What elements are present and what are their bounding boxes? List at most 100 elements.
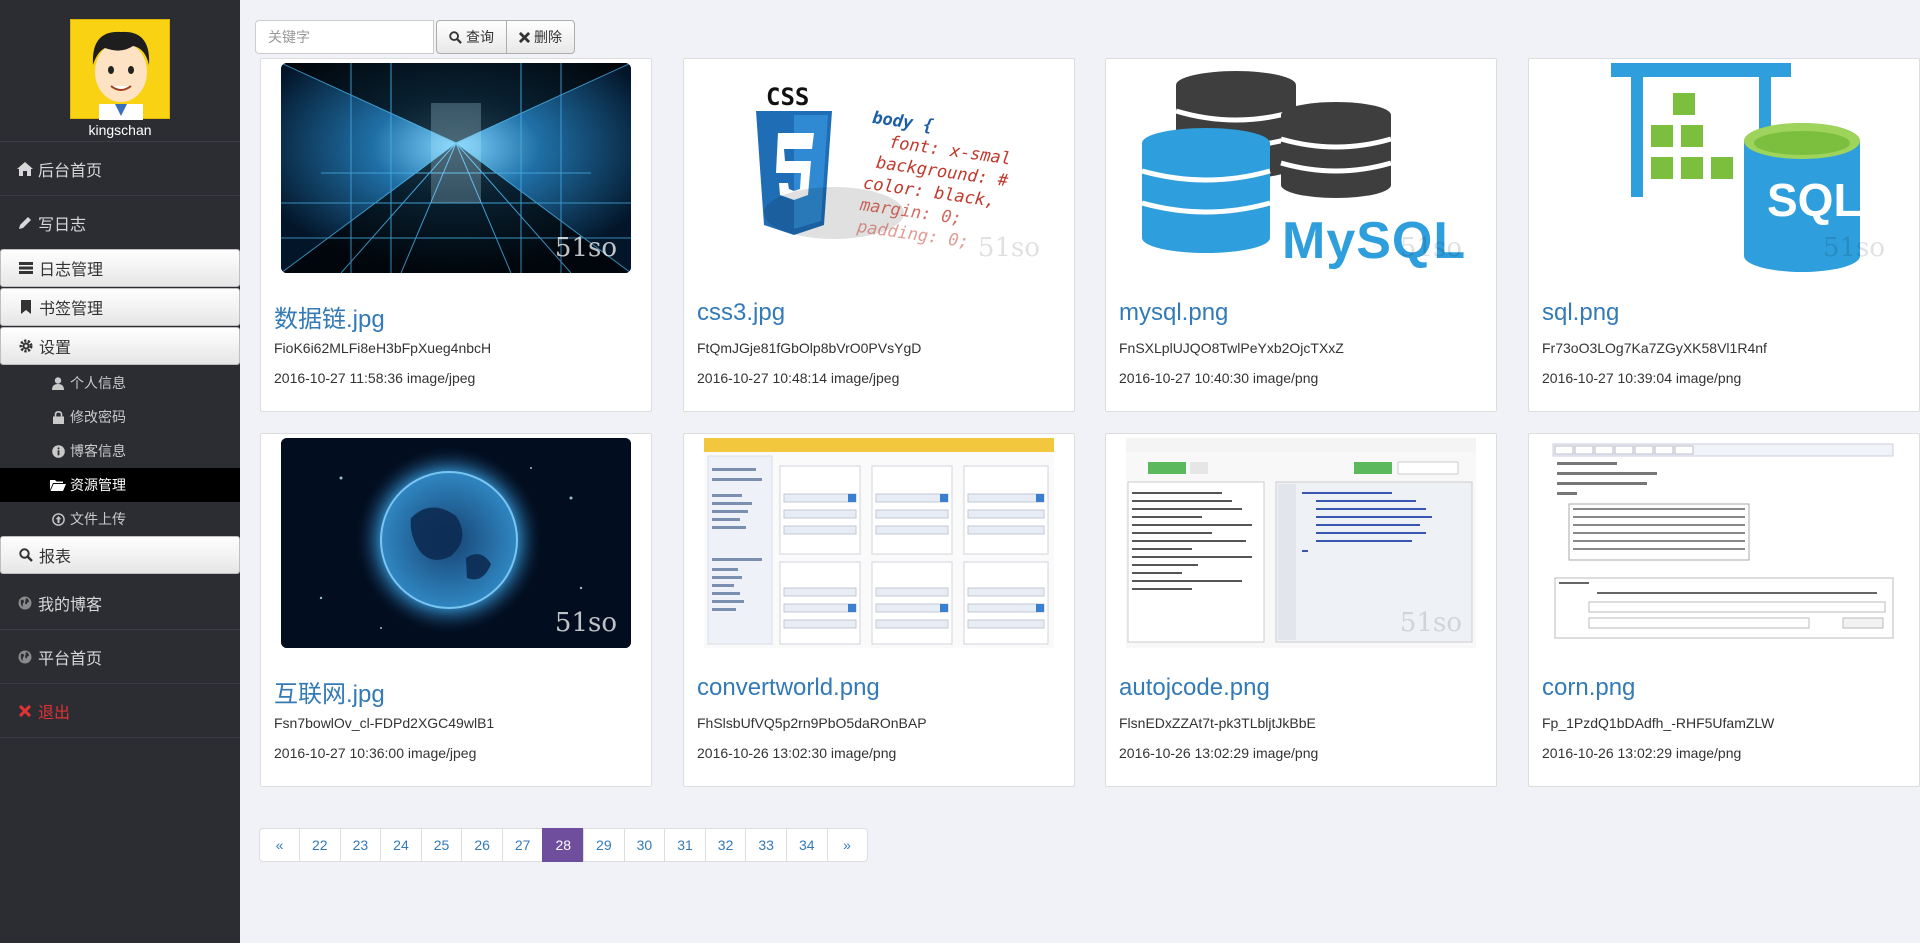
page-link[interactable]: 24 [380,828,422,862]
bookmark-icon [17,300,35,314]
sub-item-file-upload[interactable]: 文件上传 [0,502,240,536]
delete-button[interactable]: 删除 [506,20,575,54]
home-icon [16,161,34,176]
card-key: FnSXLplUJQO8TwlPeYxb2OjcTXxZ [1119,340,1344,356]
sidebar-item-label: 书签管理 [39,301,104,318]
resource-card[interactable]: SQL 51so sql.png Fr73oO3LOg7Ka7ZGyXK58Vl… [1528,58,1920,412]
watermark: 51so [554,608,617,638]
card-title[interactable]: mysql.png [1119,299,1228,327]
sidebar-item-bookmark-manage[interactable]: 书签管理 [0,288,240,326]
page-next[interactable]: » [826,828,868,862]
card-title[interactable]: sql.png [1542,299,1619,327]
page-link[interactable]: 25 [420,828,463,862]
card-title[interactable]: css3.jpg [697,299,785,327]
css-badge: CSS [766,83,810,111]
sidebar-item-label: 平台首页 [38,650,103,668]
page-link[interactable]: 30 [623,828,666,862]
query-button[interactable]: 查询 [436,20,507,54]
folder-open-icon [50,479,66,491]
card-meta: 2016-10-27 10:36:00 image/jpeg [274,745,477,761]
globe-icon [16,650,34,664]
card-key: Fr73oO3LOg7Ka7ZGyXK58Vl1R4nf [1542,340,1767,356]
sidebar-item-settings[interactable]: 设置 [0,327,240,365]
sidebar-item-label: 退出 [38,704,71,722]
resource-card[interactable]: 51so 数据链.jpg FioK6i62MLFi8eH3bFpXueg4nbc… [260,58,652,412]
page-link[interactable]: 33 [745,828,787,862]
thumbnail-image[interactable]: SQL 51so [1549,63,1899,273]
sidebar-item-label: 后台首页 [38,162,103,180]
card-key: FlsnEDxZZAt7t-pk3TLbljtJkBbE [1119,715,1316,731]
sub-item-label: 博客信息 [70,443,126,459]
card-title[interactable]: 数据链.jpg [274,299,385,334]
resource-card[interactable]: 51so autojcode.png FlsnEDxZZAt7t-pk3TLbl… [1105,433,1497,787]
page-link[interactable]: 23 [339,828,382,862]
list-icon [17,262,35,274]
card-key: FhSlsbUfVQ5p2rn9PbO5daROnBAP [697,715,927,731]
watermark: 51so [1822,233,1885,263]
page-link[interactable]: 26 [461,828,503,862]
card-title[interactable]: autojcode.png [1119,674,1270,702]
resource-card[interactable]: 51so 互联网.jpg Fsn7bowlOv_cl-FDPd2XGC49wlB… [260,433,652,787]
close-icon [16,704,34,717]
watermark: 51so [1399,233,1462,263]
sub-item-label: 资源管理 [70,477,126,493]
card-title[interactable]: 互联网.jpg [274,674,385,709]
card-title[interactable]: corn.png [1542,674,1635,702]
sql-logo-text: SQL [1767,174,1862,226]
query-button-label: 查询 [466,29,494,45]
sidebar-item-admin-home[interactable]: 后台首页 [0,142,240,195]
sidebar-item-platform-home[interactable]: 平台首页 [0,630,240,683]
page-link-active[interactable]: 28 [542,828,585,862]
sub-item-change-password[interactable]: 修改密码 [0,400,240,434]
sidebar-item-log-manage[interactable]: 日志管理 [0,249,240,287]
sidebar-item-label: 写日志 [38,216,87,234]
sub-item-blog-info[interactable]: 博客信息 [0,434,240,468]
upload-icon [50,512,66,526]
page-link[interactable]: 32 [704,828,747,862]
search-icon [17,548,35,562]
card-meta: 2016-10-27 10:48:14 image/jpeg [697,370,900,386]
divider [0,737,240,738]
username: kingschan [88,122,152,138]
sub-item-label: 修改密码 [70,409,126,425]
search-input[interactable] [255,20,434,54]
resource-card[interactable]: convertworld.png FhSlsbUfVQ5p2rn9PbO5daR… [683,433,1075,787]
page-link[interactable]: 27 [501,828,544,862]
thumbnail-image[interactable] [704,438,1054,648]
page-link[interactable]: 22 [299,828,341,862]
card-title[interactable]: convertworld.png [697,674,880,702]
sidebar-item-write-log[interactable]: 写日志 [0,196,240,249]
toolbar: 查询 删除 [255,20,575,54]
sidebar-item-logout[interactable]: 退出 [0,684,240,737]
sub-item-profile[interactable]: 个人信息 [0,366,240,400]
resource-card[interactable]: MySQL 51so mysql.png FnSXLplUJQO8TwlPeYx… [1105,58,1497,412]
card-key: FtQmJGje81fGbOlp8bVrO0PVsYgD [697,340,922,356]
gear-icon [17,339,35,353]
sub-item-resource-manage[interactable]: 资源管理 [0,468,240,502]
page-link[interactable]: 34 [785,828,828,862]
thumbnail-image[interactable]: 51so [281,63,631,273]
sidebar-item-reports[interactable]: 报表 [0,536,240,574]
thumbnail-image[interactable]: MySQL 51so [1126,63,1476,273]
sidebar-item-label: 设置 [39,340,72,357]
info-icon [50,444,66,458]
delete-button-label: 删除 [534,29,562,45]
resource-card[interactable]: corn.png Fp_1PzdQ1bDAdfh_-RHF5UfamZLW 20… [1528,433,1920,787]
watermark: 51so [554,233,617,263]
globe-icon [16,596,34,610]
sidebar: kingschan 后台首页 写日志 日志管理 书签管理 设置 个人信息 修改密… [0,0,240,943]
card-meta: 2016-10-26 13:02:29 image/png [1542,745,1742,761]
page-link[interactable]: 29 [583,828,625,862]
resource-card[interactable]: CSS body { font: x-smal background: # co… [683,58,1075,412]
watermark: 51so [1399,608,1462,638]
thumbnail-image[interactable] [1549,438,1899,648]
thumbnail-image[interactable]: 51so [281,438,631,648]
sidebar-item-label: 我的博客 [38,596,103,614]
sidebar-item-my-blog[interactable]: 我的博客 [0,576,240,629]
card-key: Fp_1PzdQ1bDAdfh_-RHF5UfamZLW [1542,715,1775,731]
thumbnail-image[interactable]: CSS body { font: x-smal background: # co… [704,63,1054,273]
thumbnail-image[interactable]: 51so [1126,438,1476,648]
avatar[interactable] [70,19,170,120]
page-prev[interactable]: « [259,828,300,862]
page-link[interactable]: 31 [664,828,706,862]
